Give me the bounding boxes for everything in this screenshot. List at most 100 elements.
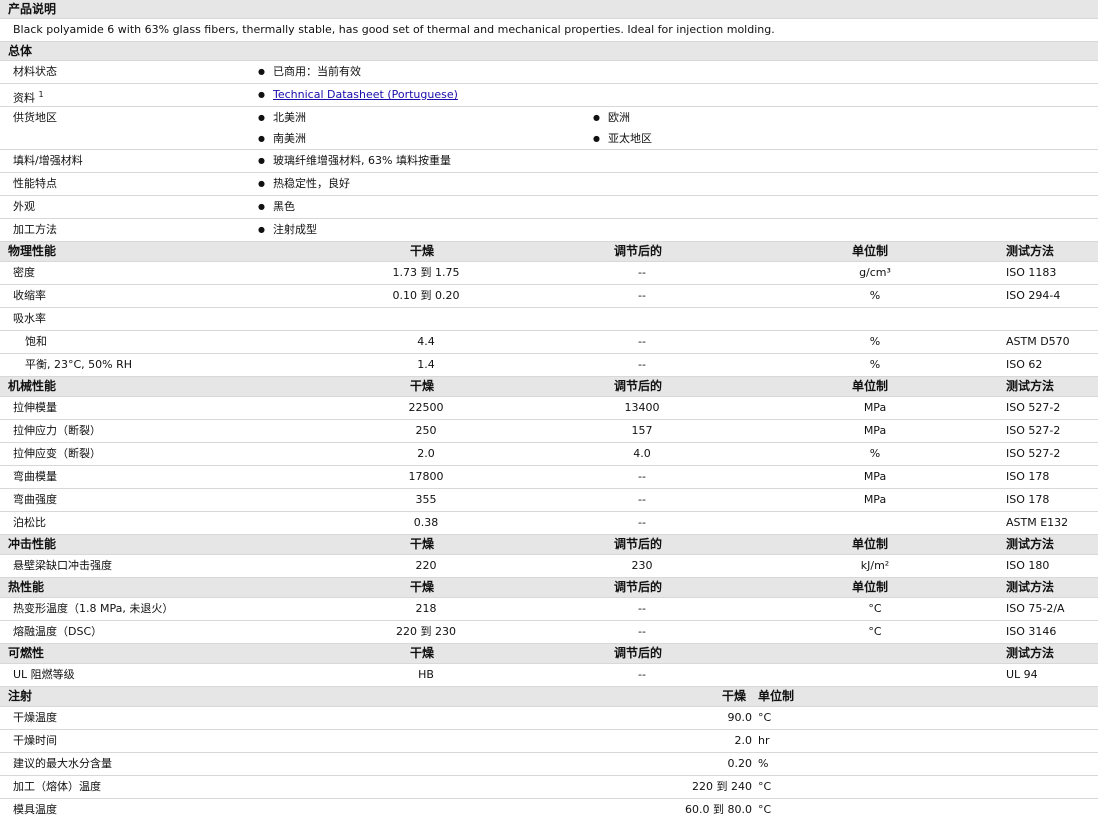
property-name: 加工（熔体）温度 [13,780,101,793]
table-row: 吸水率 [0,308,1098,331]
table-row: 干燥时间 2.0 hr [0,730,1098,753]
physical-header: 物理性能 干燥 调节后的 单位制 测试方法 [0,242,1098,262]
col-method: 测试方法 [1006,244,1055,258]
unit-value: hr [758,734,770,747]
dry-value: 220 到 230 [396,625,456,638]
property-name: 平衡, 23°C, 50% RH [25,358,133,371]
row-label: 外观 [13,200,35,213]
section-title: 产品说明 [8,2,57,16]
property-name: 模具温度 [13,803,57,816]
general-row-filler: 填料/增强材料 玻璃纤维增强材料, 63% 填料按重量 [0,150,1098,173]
conditioned-value: 13400 [624,401,660,414]
row-label: 填料/增强材料 [13,154,83,167]
conditioned-value: -- [638,470,646,483]
col-unit: 单位制 [852,537,889,551]
property-name: 吸水率 [13,312,46,325]
property-name: 收缩率 [13,289,46,302]
table-row: 加工（熔体）温度 220 到 240 °C [0,776,1098,799]
conditioned-value: -- [638,335,646,348]
conditioned-value: -- [638,668,646,681]
general-row-documents: 资料 1 Technical Datasheet (Portuguese) [0,84,1098,107]
dry-value: 17800 [408,470,444,483]
section-title: 注射 [8,689,33,703]
table-row: 平衡, 23°C, 50% RH 1.4 --% ISO 62 [0,354,1098,377]
conditioned-value: 230 [631,559,653,572]
test-method: ISO 527-2 [1006,401,1061,414]
flammability-header: 可燃性 干燥 调节后的 测试方法 [0,644,1098,664]
property-name: 拉伸模量 [13,401,57,414]
col-conditioned: 调节后的 [614,580,663,594]
setting-value: 0.20 [727,757,753,770]
table-row: 拉伸应变（断裂） 2.0 4.0% ISO 527-2 [0,443,1098,466]
unit-value: % [869,289,881,302]
table-row: 干燥温度 90.0 °C [0,707,1098,730]
property-name: UL 阻燃等级 [13,668,75,681]
unit-value: % [758,757,769,770]
test-method: ISO 178 [1006,493,1050,506]
unit-value: °C [758,803,772,816]
bullet-item: 欧洲 [593,107,630,128]
row-label: 供货地区 [13,111,57,124]
table-row: UL 阻燃等级 HB -- UL 94 [0,664,1098,687]
property-name: 泊松比 [13,516,46,529]
test-method: ISO 294-4 [1006,289,1061,302]
col-method: 测试方法 [1006,580,1055,594]
unit-value: MPa [863,493,887,506]
col-unit: 单位制 [852,580,889,594]
property-name: 热变形温度（1.8 MPa, 未退火） [13,602,174,615]
col-conditioned: 调节后的 [614,646,663,660]
table-row: 建议的最大水分含量 0.20% [0,753,1098,776]
conditioned-value: -- [638,266,646,279]
bullet-item: 注射成型 [258,219,317,240]
dry-value: 2.0 [417,447,435,460]
setting-value: 60.0 到 80.0 [685,803,752,816]
conditioned-value: -- [638,289,646,302]
table-row: 模具温度 60.0 到 80.0 °C [0,799,1098,819]
dry-value: 4.4 [417,335,435,348]
row-label: 加工方法 [13,223,57,236]
footnote-marker: 1 [38,90,44,99]
col-dry: 干燥 [410,379,435,393]
bullet-item: 北美洲 [258,107,306,128]
bullet-item: 亚太地区 [593,128,652,149]
test-method: UL 94 [1006,668,1038,681]
property-name: 悬壁梁缺口冲击强度 [13,559,112,572]
row-label: 材料状态 [13,65,57,78]
table-row: 饱和 4.4 --% ASTM D570 [0,331,1098,354]
dry-value: 218 [415,602,437,615]
property-name: 拉伸应力（断裂） [13,424,101,437]
dry-value: 0.38 [413,516,439,529]
technical-datasheet-link[interactable]: Technical Datasheet (Portuguese) [273,88,458,101]
test-method: ISO 75-2/A [1006,602,1065,615]
conditioned-value: -- [638,358,646,371]
unit-value: kJ/m² [860,559,890,572]
unit-value: MPa [863,401,887,414]
setting-value: 90.0 [727,711,753,724]
bullet-item: Technical Datasheet (Portuguese) [258,84,458,105]
conditioned-value: -- [638,602,646,615]
test-method: ISO 180 [1006,559,1050,572]
test-method: ASTM E132 [1006,516,1069,529]
dry-value: 1.4 [417,358,435,371]
bullet-item: 热稳定性，良好 [258,173,350,194]
general-row-processing: 加工方法 注射成型 [0,219,1098,242]
section-title: 冲击性能 [8,537,57,551]
unit-value: °C [758,711,772,724]
property-name: 弯曲模量 [13,470,57,483]
unit-value: % [869,335,881,348]
col-conditioned: 调节后的 [614,244,663,258]
unit-value: °C [868,625,882,638]
bullet-item: 黑色 [258,196,295,217]
col-method: 测试方法 [1006,537,1055,551]
section-title: 热性能 [8,580,45,594]
table-row: 弯曲模量 17800 -- MPa ISO 178 [0,466,1098,489]
dry-value: HB [418,668,434,681]
table-row: 收缩率 0.10 到 0.20 --% ISO 294-4 [0,285,1098,308]
description-header: 产品说明 [0,0,1098,19]
dry-value: 220 [415,559,437,572]
dry-value: 355 [415,493,437,506]
col-method: 测试方法 [1006,646,1055,660]
test-method: ISO 62 [1006,358,1043,371]
general-row-appearance: 外观 黑色 [0,196,1098,219]
row-label: 性能特点 [13,177,57,190]
